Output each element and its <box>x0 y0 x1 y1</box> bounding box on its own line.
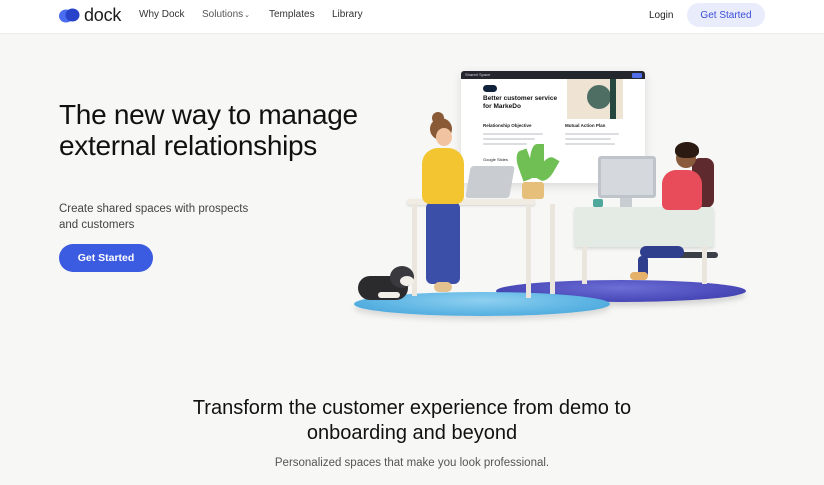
nav-why-dock[interactable]: Why Dock <box>139 9 199 20</box>
mockup-cover-art <box>567 79 623 119</box>
hero-title: The new way to manage external relations… <box>59 99 358 161</box>
dock-logo-icon <box>59 7 80 24</box>
section-subtitle: Personalized spaces that make you look p… <box>274 457 550 469</box>
nav-solutions-dropdown[interactable]: Solutions⌄ <box>202 9 262 20</box>
plant-pot <box>522 182 544 199</box>
mockup-attachment: Google Slides <box>483 157 508 162</box>
top-navigation: dock Why Dock Solutions⌄ Templates Libra… <box>0 0 824 34</box>
dog-figure-paw <box>378 292 400 298</box>
coffee-mug <box>593 199 603 207</box>
mockup-text-line <box>565 133 619 135</box>
section-title: Transform the customer experience from d… <box>192 397 632 444</box>
laptop <box>465 166 515 198</box>
monitor-stand <box>620 198 632 207</box>
hero-subtitle: Create shared spaces with prospects and … <box>59 203 249 231</box>
mockup-text-line <box>483 133 543 135</box>
mockup-text-line <box>483 138 535 140</box>
man-figure-torso <box>662 170 702 210</box>
woman-figure-legs <box>426 202 460 284</box>
login-link[interactable]: Login <box>649 10 673 21</box>
man-figure-shoe <box>630 272 648 280</box>
mockup-text-line <box>565 143 615 145</box>
mockup-title-bar: Shared Space <box>461 71 645 79</box>
dog-figure-snout <box>400 276 414 286</box>
mockup-avatar-badge <box>483 85 497 92</box>
header-get-started-button[interactable]: Get Started <box>687 3 765 27</box>
desk-leg <box>526 204 531 298</box>
mockup-art-circle <box>587 85 611 109</box>
nav-solutions-label: Solutions <box>202 9 244 20</box>
nav-templates[interactable]: Templates <box>269 9 329 20</box>
mockup-bar-label: Shared Space <box>465 72 491 77</box>
hero-get-started-button[interactable]: Get Started <box>59 244 153 272</box>
woman-figure-shoe <box>434 282 452 292</box>
desk-leg <box>550 204 555 294</box>
mockup-bar-button <box>632 72 642 78</box>
mockup-column-heading: Mutual Action Plan <box>565 123 606 128</box>
mockup-text-line <box>483 143 527 145</box>
woman-figure-face <box>436 128 452 146</box>
woman-figure-torso <box>422 148 464 204</box>
nav-library[interactable]: Library <box>332 9 372 20</box>
logo-wordmark: dock <box>84 5 122 25</box>
man-figure-hair <box>675 142 699 158</box>
mockup-art-bar <box>610 79 616 119</box>
mockup-heading: Better customer service for MarkeDo <box>483 95 558 110</box>
dock-logo-link[interactable]: dock <box>59 5 121 26</box>
mockup-column-heading: Relationship Objective <box>483 123 532 128</box>
desk-leg <box>702 246 707 284</box>
office-desk <box>574 207 714 247</box>
chevron-down-icon: ⌄ <box>244 12 251 19</box>
desktop-monitor <box>598 156 656 198</box>
mockup-text-line <box>565 138 611 140</box>
desk-leg <box>582 246 587 284</box>
hero-illustration: Shared Space Better customer service for… <box>350 66 750 322</box>
